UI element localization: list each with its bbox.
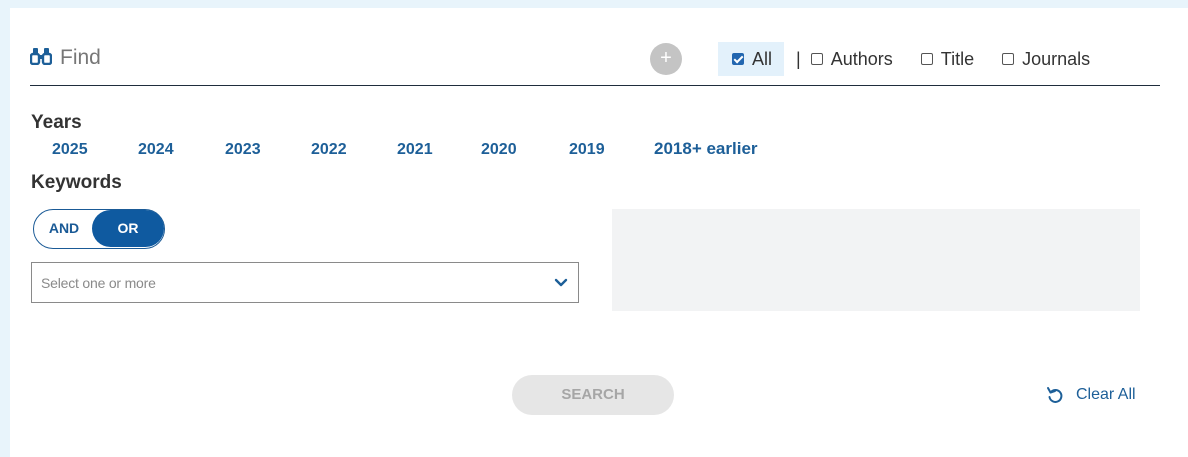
checkbox-authors[interactable] — [810, 53, 823, 65]
years-label: Years — [31, 112, 82, 133]
search-button[interactable]: SEARCH — [512, 375, 674, 415]
keywords-select-placeholder: Select one or more — [41, 275, 156, 291]
filter-all-wrapper: All — [718, 42, 785, 76]
clear-all-button[interactable]: Clear All — [1046, 380, 1136, 410]
filter-title[interactable]: Title — [920, 48, 975, 70]
year-2020[interactable]: 2020 — [481, 141, 517, 159]
find-input[interactable] — [60, 45, 620, 71]
filter-label-journals: Journals — [1022, 48, 1091, 69]
plus-icon: + — [660, 47, 672, 69]
toggle-or-option[interactable]: OR — [92, 210, 164, 247]
add-button[interactable]: + — [650, 43, 682, 75]
selected-keywords-area — [612, 209, 1140, 311]
checkbox-title[interactable] — [920, 53, 933, 65]
chevron-down-icon — [554, 278, 568, 287]
year-2019[interactable]: 2019 — [569, 141, 605, 159]
keywords-select[interactable]: Select one or more — [31, 262, 579, 303]
checkbox-all[interactable] — [732, 53, 744, 65]
filter-label-all: All — [752, 48, 773, 69]
filter-journals[interactable]: Journals — [1002, 49, 1090, 70]
filter-all[interactable]: All — [732, 49, 772, 70]
checkbox-journals[interactable] — [1002, 53, 1015, 65]
search-panel: + All | Authors Title Journals — [10, 8, 1188, 457]
filter-label-title: Title — [940, 48, 975, 69]
clear-all-label: Clear All — [1076, 386, 1136, 403]
keywords-label: Keywords — [31, 172, 122, 193]
undo-icon — [1047, 387, 1063, 403]
year-2023[interactable]: 2023 — [225, 141, 261, 159]
year-2018-earlier[interactable]: 2018+ earlier — [654, 139, 758, 159]
filter-label-authors: Authors — [830, 48, 893, 69]
year-2021[interactable]: 2021 — [397, 141, 433, 159]
year-2024[interactable]: 2024 — [138, 141, 174, 159]
filter-options: All | Authors Title Journals — [718, 42, 1090, 76]
find-row: + All | Authors Title Journals — [30, 41, 1160, 86]
and-or-toggle[interactable]: AND OR — [33, 209, 165, 249]
toggle-and-option[interactable]: AND — [34, 210, 94, 247]
year-2025[interactable]: 2025 — [52, 141, 88, 159]
year-2022[interactable]: 2022 — [311, 141, 347, 159]
filter-authors[interactable]: Authors — [810, 48, 893, 70]
binoculars-icon — [30, 48, 52, 65]
filter-separator: | — [796, 48, 801, 69]
